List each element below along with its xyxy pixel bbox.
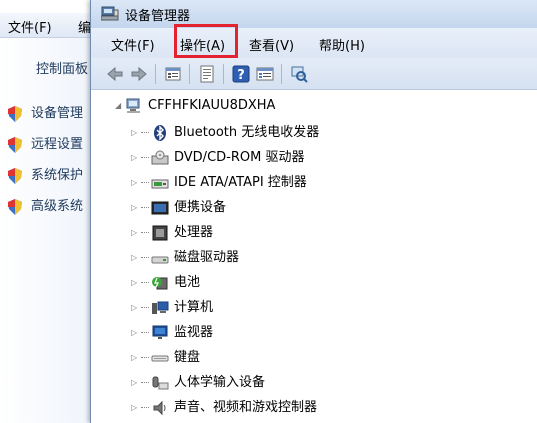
view-icon[interactable] [255,64,275,84]
task-advanced-system[interactable]: 高级系统 [8,195,83,215]
hid-icon [152,376,169,390]
help-icon[interactable]: ? [231,64,251,84]
shield-icon [8,167,22,184]
collapse-triangle-icon[interactable]: ◢ [115,95,125,117]
task-label: 系统保护 [31,168,84,183]
expand-triangle-icon[interactable]: ▷ [131,147,141,169]
expand-triangle-icon[interactable]: ▷ [131,172,141,194]
toolbar-separator [223,64,224,84]
title-bar[interactable]: 设备管理器 [91,0,537,28]
computer-icon [152,301,169,314]
toolbar-separator [155,64,156,84]
expand-triangle-icon[interactable]: ▷ [131,222,141,244]
processor-icon [152,225,168,241]
control-panel-window: 文件(F) 编 控制面板 设备管理 远程设置 系统保护 高级系统 [0,0,100,423]
control-panel-home-link[interactable]: 控制面板 [36,58,88,77]
shield-icon [8,105,22,122]
tree-node-dvd[interactable]: ▷ DVD/CD-ROM 驱动器 [131,147,304,169]
tree-node-monitor[interactable]: ▷ 监视器 [131,322,213,344]
task-system-protection[interactable]: 系统保护 [8,164,83,184]
monitor-icon [152,325,168,339]
toolbar-separator [281,64,282,84]
menu-help[interactable]: 帮助(H) [319,35,365,54]
tree-root[interactable]: ◢ CFFHFKIAUU8DXHA [115,95,275,117]
device-label: 监视器 [174,325,214,340]
tree-node-computer[interactable]: ▷ 计算机 [131,297,213,319]
tree-node-keyboard[interactable]: ▷ 键盘 [131,347,200,369]
device-label: 人体学输入设备 [174,375,266,390]
device-label: IDE ATA/ATAPI 控制器 [174,175,307,190]
expand-triangle-icon[interactable]: ▷ [131,372,141,394]
expand-triangle-icon[interactable]: ▷ [131,122,141,144]
sound-icon [153,400,166,416]
control-panel-sidebar [0,38,100,423]
back-icon[interactable] [105,64,125,84]
tree-node-processor[interactable]: ▷ 处理器 [131,222,213,244]
device-label: 磁盘驱动器 [174,250,240,265]
expand-triangle-icon[interactable]: ▷ [131,247,141,269]
device-label: 计算机 [174,300,214,315]
forward-icon[interactable] [129,64,149,84]
tree-node-sound[interactable]: ▷ 声音、视频和游戏控制器 [131,397,317,419]
device-label: Bluetooth 无线电收发器 [174,125,320,140]
expand-triangle-icon[interactable]: ▷ [131,347,141,369]
ide-icon [151,179,169,189]
device-label: DVD/CD-ROM 驱动器 [174,150,305,165]
disk-icon [151,256,169,264]
toolbar-separator [189,64,190,84]
tree-node-disk[interactable]: ▷ 磁盘驱动器 [131,247,239,269]
device-label: 声音、视频和游戏控制器 [174,400,318,415]
device-label: 便携设备 [174,200,227,215]
shield-icon [8,198,22,215]
help-doc-icon[interactable] [197,64,217,84]
root-label: CFFHFKIAUU8DXHA [148,98,276,113]
device-label: 处理器 [174,225,214,240]
task-device-manager[interactable]: 设备管理 [8,102,83,122]
device-label: 键盘 [174,350,201,365]
tree-node-bluetooth[interactable]: ▷ Bluetooth 无线电收发器 [131,122,319,144]
tree-node-hid[interactable]: ▷ 人体学输入设备 [131,372,265,394]
task-label: 高级系统 [31,199,84,214]
tree-node-portable[interactable]: ▷ 便携设备 [131,197,226,219]
computer-root-icon [126,98,140,113]
task-label: 远程设置 [31,137,84,152]
menu-file[interactable]: 文件(F) [111,35,155,54]
properties-icon[interactable] [163,64,183,84]
portable-device-icon [151,201,169,215]
keyboard-icon [151,355,169,362]
expand-triangle-icon[interactable]: ▷ [131,297,141,319]
window-title: 设备管理器 [125,9,191,24]
task-remote-settings[interactable]: 远程设置 [8,133,83,153]
device-manager-icon [101,6,119,21]
device-manager-window: 设备管理器 文件(F) 操作(A) 查看(V) 帮助(H) ? ◢ CFFHFKI… [90,0,537,423]
expand-triangle-icon[interactable]: ▷ [131,197,141,219]
svg-text:?: ? [237,68,245,83]
menu-view[interactable]: 查看(V) [249,35,294,54]
control-panel-menubar: 文件(F) 编 [0,13,100,38]
cp-menu-file[interactable]: 文件(F) [8,17,52,36]
menubar: 文件(F) 操作(A) 查看(V) 帮助(H) [91,28,537,58]
device-tree: ◢ CFFHFKIAUU8DXHA ▷ Bluetooth 无线电收发器 ▷ DVD/… [91,90,537,423]
tree-node-battery[interactable]: ▷ 电池 [131,272,200,294]
toolbar: ? [91,58,537,90]
action-menu-highlight-box [174,24,238,58]
expand-triangle-icon[interactable]: ▷ [131,322,141,344]
device-label: 电池 [174,275,201,290]
dvd-icon [151,150,169,165]
shield-icon [8,136,22,153]
expand-triangle-icon[interactable]: ▷ [131,397,141,419]
bluetooth-icon [154,125,166,141]
scan-icon[interactable] [289,64,309,84]
tree-node-ide[interactable]: ▷ IDE ATA/ATAPI 控制器 [131,172,307,194]
expand-triangle-icon[interactable]: ▷ [131,272,141,294]
battery-icon [152,277,168,290]
task-label: 设备管理 [31,106,84,121]
